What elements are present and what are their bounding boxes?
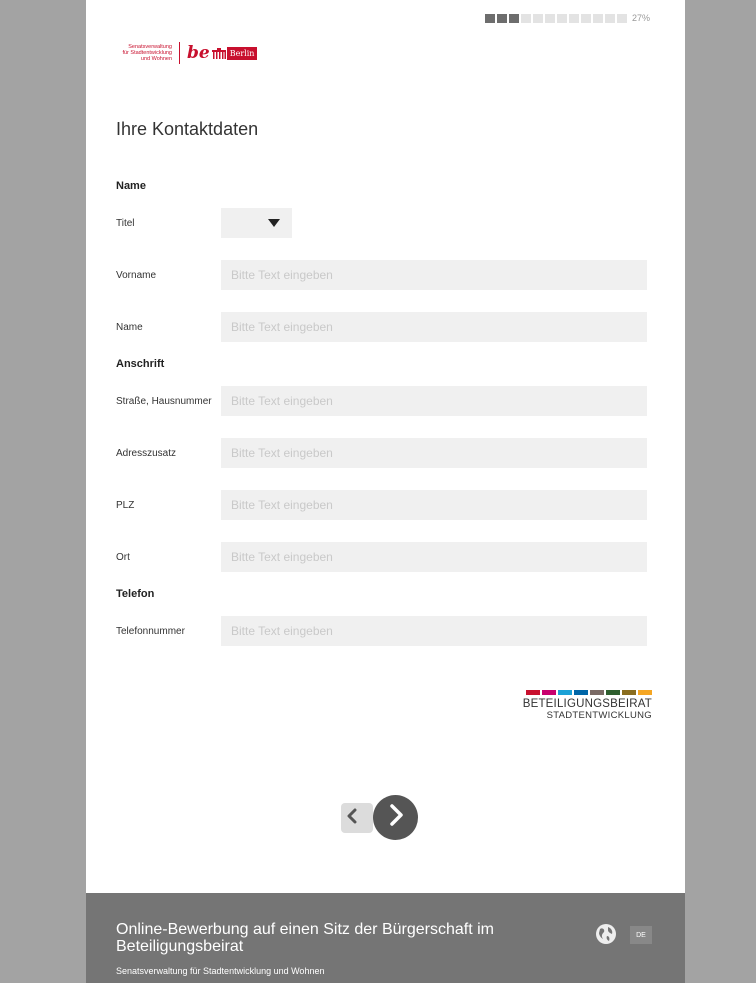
ort-row: Ort [116,542,647,572]
progress-segment [496,13,507,23]
logo-color-bar [590,690,604,695]
titel-label: Titel [116,217,135,229]
telefonnummer-row: Telefonnummer [116,616,647,646]
logo-color-bar [638,690,652,695]
progress-segment [556,13,567,23]
logo-color-bars [520,690,652,695]
beteiligungsbeirat-logo: BETEILIGUNGSBEIRAT STADTENTWICKLUNG [520,690,652,721]
logo-line-1: BETEILIGUNGSBEIRAT [522,698,652,710]
berlin-wordmark: Berlin [226,46,258,60]
name-row: Name [116,312,647,342]
progress-segment [604,13,615,23]
progress-segment [616,13,627,23]
logo-color-bar [526,690,540,695]
adresszusatz-row: Adresszusatz [116,438,647,468]
vorname-row: Vorname [116,260,647,290]
logo-line-2: STADTENTWICKLUNG [546,710,652,721]
logo-color-bar [542,690,556,695]
logo-color-bar [622,690,636,695]
chevron-left-icon [346,808,358,829]
senat-name: Senatsverwaltung für Stadtentwicklung un… [116,44,172,62]
logo-color-bar [574,690,588,695]
progress-segment [484,13,495,23]
plz-input[interactable] [221,490,647,520]
previous-button[interactable] [341,803,373,833]
progress-percent: 27% [631,13,650,23]
page-title: Ihre Kontaktdaten [116,119,259,139]
footer-banner: Online-Bewerbung auf einen Sitz der Bürg… [86,893,685,983]
vorname-label: Vorname [116,269,157,281]
chevron-right-icon [387,803,405,832]
strasse-row: Straße, Hausnummer [116,386,647,416]
telefonnummer-input[interactable] [221,616,647,646]
logo-color-bar [558,690,572,695]
adresszusatz-input[interactable] [221,438,647,468]
ort-input[interactable] [221,542,647,572]
language-button[interactable]: DE [630,926,652,944]
globe-icon[interactable] [595,923,617,945]
berlin-logo: Senatsverwaltung für Stadtentwicklung un… [116,42,258,64]
brandenburg-gate-icon [211,47,226,59]
dropdown-arrow-icon [268,214,280,232]
next-button[interactable] [373,795,418,840]
strasse-input[interactable] [221,386,647,416]
section-heading-name: Name [116,180,146,192]
name-input[interactable] [221,312,647,342]
progress-segment [544,13,555,23]
progress-indicator: 27% [484,13,650,23]
footer-subtitle: Senatsverwaltung für Stadtentwicklung un… [116,966,325,976]
plz-row: PLZ [116,490,647,520]
senat-line: und Wohnen [140,56,172,62]
progress-segment [532,13,543,23]
form-page: 27% Senatsverwaltung für Stadtentwicklun… [86,0,685,983]
vorname-input[interactable] [221,260,647,290]
progress-segment [592,13,603,23]
progress-segment [568,13,579,23]
be-wordmark: be [187,43,210,63]
plz-label: PLZ [116,499,135,511]
progress-segment [520,13,531,23]
strasse-label: Straße, Hausnummer [116,395,212,407]
logo-divider [179,42,180,64]
progress-segment [508,13,519,23]
progress-segment [580,13,591,23]
footer-title: Online-Bewerbung auf einen Sitz der Bürg… [116,921,494,955]
logo-color-bar [606,690,620,695]
telefonnummer-label: Telefonnummer [116,625,185,637]
section-heading-anschrift: Anschrift [116,358,165,370]
ort-label: Ort [116,551,130,563]
section-heading-telefon: Telefon [116,588,155,600]
titel-select[interactable] [221,208,292,238]
adresszusatz-label: Adresszusatz [116,447,177,459]
name-label: Name [116,321,143,333]
titel-row: Titel [116,208,647,238]
